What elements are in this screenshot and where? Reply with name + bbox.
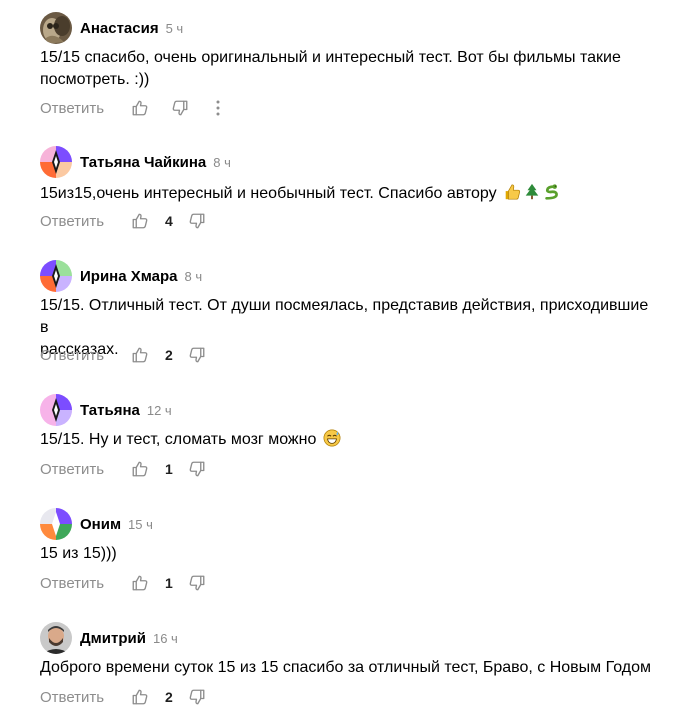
comment-text: Доброго времени суток 15 из 15 спасибо з… <box>40 657 660 679</box>
comment-text: 15/15. Ну и тест, сломать мозг можно <box>40 429 660 454</box>
like-count: 4 <box>165 213 173 229</box>
comment-header: Оним 15 ч <box>40 508 153 540</box>
like-icon[interactable] <box>130 345 150 365</box>
comment-text-line: Доброго времени суток 15 из 15 спасибо з… <box>40 659 651 676</box>
avatar[interactable] <box>40 394 72 426</box>
comment-author[interactable]: Дмитрий <box>80 630 146 647</box>
comment-text: 15из15,очень интересный и необычный тест… <box>40 183 660 208</box>
like-icon[interactable] <box>130 687 150 707</box>
reply-button[interactable]: Ответить <box>40 461 130 478</box>
comment-text-line: 15/15. Отличный тест. От души посмеялась… <box>40 297 649 336</box>
comment-author[interactable]: Оним <box>80 516 121 533</box>
comment-actions: Ответить 1 <box>40 572 207 594</box>
reply-button[interactable]: Ответить <box>40 575 130 592</box>
dislike-icon[interactable] <box>187 459 207 479</box>
comment-text: 15/15 спасибо, очень оригинальный и инте… <box>40 47 660 91</box>
like-count: 1 <box>165 575 173 591</box>
like-icon[interactable] <box>130 98 150 118</box>
comment-header: Дмитрий 16 ч <box>40 622 178 654</box>
comment-time: 5 ч <box>165 20 184 36</box>
avatar[interactable] <box>40 12 72 44</box>
comment-text-line: 15/15. Ну и тест, сломать мозг можно <box>40 431 317 448</box>
comment-header: Татьяна Чайкина 8 ч <box>40 146 231 178</box>
dislike-icon[interactable] <box>187 687 207 707</box>
comment-actions: Ответить <box>40 97 228 119</box>
like-icon[interactable] <box>130 573 150 593</box>
comment-author[interactable]: Татьяна <box>80 402 140 419</box>
comment-text-line: 15из15,очень интересный и необычный тест… <box>40 185 497 202</box>
comment-text-line: 15/15 спасибо, очень оригинальный и инте… <box>40 49 621 66</box>
reply-button[interactable]: Ответить <box>40 347 130 364</box>
comment-text-line: 15 из 15))) <box>40 545 117 562</box>
avatar[interactable] <box>40 622 72 654</box>
like-icon[interactable] <box>130 459 150 479</box>
dislike-icon[interactable] <box>187 345 207 365</box>
like-icon[interactable] <box>130 211 150 231</box>
comment-actions: Ответить 2 <box>40 344 207 366</box>
christmas-tree-emoji <box>523 183 541 208</box>
comment-actions: Ответить 4 <box>40 210 207 232</box>
dislike-icon[interactable] <box>187 573 207 593</box>
dislike-icon[interactable] <box>170 98 190 118</box>
comment-header: Ирина Хмара 8 ч <box>40 260 202 292</box>
comment-text-line: посмотреть. :)) <box>40 71 150 88</box>
dislike-icon[interactable] <box>187 211 207 231</box>
comment-author[interactable]: Ирина Хмара <box>80 268 178 285</box>
comment-time: 8 ч <box>184 268 203 284</box>
more-options-icon[interactable] <box>208 98 228 118</box>
like-count: 2 <box>165 347 173 363</box>
comment-header: Татьяна 12 ч <box>40 394 172 426</box>
comment-time: 16 ч <box>152 630 178 646</box>
comment-author[interactable]: Татьяна Чайкина <box>80 154 206 171</box>
like-count: 1 <box>165 461 173 477</box>
comment-time: 12 ч <box>146 402 172 418</box>
comment-time: 8 ч <box>213 154 231 170</box>
comment-actions: Ответить 1 <box>40 458 207 480</box>
snake-emoji <box>543 183 561 208</box>
comment-actions: Ответить 2 <box>40 686 207 708</box>
comment-author[interactable]: Анастасия <box>80 20 159 37</box>
reply-button[interactable]: Ответить <box>40 213 130 230</box>
grinning-sweat-emoji <box>323 429 341 454</box>
comment-time: 15 ч <box>128 516 153 532</box>
comment-text: 15 из 15))) <box>40 543 660 565</box>
comment-header: Анастасия 5 ч <box>40 12 183 44</box>
avatar[interactable] <box>40 146 72 178</box>
reply-button[interactable]: Ответить <box>40 100 130 117</box>
thumbs-up-emoji <box>503 183 521 208</box>
like-count: 2 <box>165 689 173 705</box>
avatar[interactable] <box>40 260 72 292</box>
avatar[interactable] <box>40 508 72 540</box>
reply-button[interactable]: Ответить <box>40 689 130 706</box>
